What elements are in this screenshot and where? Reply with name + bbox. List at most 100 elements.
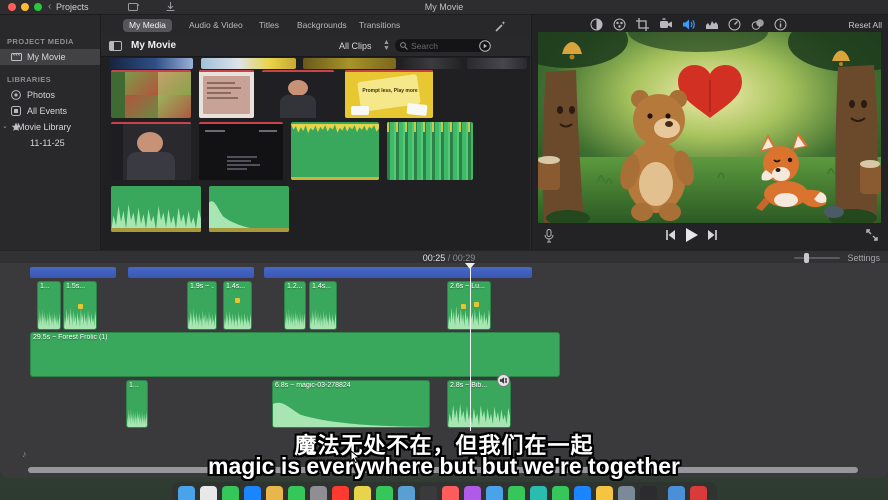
sidebar-item-all-events[interactable]: All Events bbox=[0, 103, 100, 119]
timeline-clip[interactable]: 1.2... bbox=[284, 281, 306, 330]
enhance-wand-icon[interactable] bbox=[495, 20, 507, 32]
media-thumbnail-audio-clip[interactable] bbox=[387, 122, 473, 180]
timeline-settings-button[interactable]: Settings bbox=[847, 253, 880, 263]
timecode: 00:25 / 00:29 bbox=[384, 253, 514, 263]
timeline-clip[interactable]: 1.4s... bbox=[309, 281, 337, 330]
tab-transitions[interactable]: Transitions bbox=[353, 19, 406, 32]
tab-my-media[interactable]: My Media bbox=[123, 19, 172, 32]
dock-icon[interactable] bbox=[200, 486, 217, 500]
sidebar-toggle-icon[interactable] bbox=[109, 41, 122, 51]
timeline-audio-clip[interactable]: 2.8s ~ Bib... bbox=[447, 380, 511, 428]
media-thumbnail-audio-clip[interactable] bbox=[111, 186, 201, 232]
media-thumbnail-notes[interactable] bbox=[199, 70, 254, 118]
next-frame-button[interactable] bbox=[707, 230, 718, 240]
clip-label: 1... bbox=[40, 283, 58, 290]
media-browser: My Movie All Clips ▲▼ bbox=[101, 36, 530, 250]
media-thumbnail-collage[interactable] bbox=[111, 70, 191, 118]
sidebar-item-photos[interactable]: Photos bbox=[0, 87, 100, 103]
title-bar-clip[interactable] bbox=[264, 267, 532, 278]
zoom-slider-knob[interactable] bbox=[804, 253, 809, 263]
reset-all-button[interactable]: Reset All bbox=[848, 20, 882, 30]
dock-icon[interactable] bbox=[354, 486, 371, 500]
color-balance-icon[interactable] bbox=[590, 18, 604, 31]
voiceover-mic-icon[interactable] bbox=[544, 229, 554, 243]
photos-icon bbox=[11, 90, 22, 100]
media-thumbnail-webcam2[interactable] bbox=[111, 122, 191, 180]
dock-icon[interactable] bbox=[376, 486, 393, 500]
media-filmstrip[interactable] bbox=[201, 58, 296, 69]
title-bar-clip[interactable] bbox=[30, 267, 116, 278]
media-filmstrip[interactable] bbox=[403, 58, 461, 69]
color-correction-icon[interactable] bbox=[613, 18, 627, 31]
media-thumbnail-terminal[interactable] bbox=[199, 122, 283, 180]
tab-backgrounds[interactable]: Backgrounds bbox=[291, 19, 353, 32]
dock-icon[interactable] bbox=[266, 486, 283, 500]
media-filmstrip[interactable] bbox=[467, 58, 527, 69]
clip-label: 1.4s... bbox=[226, 283, 249, 290]
dock-icon[interactable] bbox=[486, 486, 503, 500]
dock-icon[interactable] bbox=[178, 486, 195, 500]
timeline-clip[interactable]: 1.4s... bbox=[223, 281, 252, 330]
tab-audio-video[interactable]: Audio & Video bbox=[183, 19, 249, 32]
dock-icon[interactable] bbox=[640, 486, 657, 500]
dock-icon[interactable] bbox=[332, 486, 349, 500]
dock-icon[interactable] bbox=[596, 486, 613, 500]
dock-icon[interactable] bbox=[288, 486, 305, 500]
sidebar-item-label: My Movie bbox=[27, 52, 66, 62]
media-thumbnail-audio-clip[interactable] bbox=[291, 122, 379, 180]
preview-video-frame[interactable] bbox=[538, 32, 881, 223]
volume-icon[interactable] bbox=[682, 18, 696, 31]
timeline-audio-clip[interactable]: 1... bbox=[126, 380, 148, 428]
noise-reduction-icon[interactable] bbox=[705, 18, 719, 31]
dock-icon[interactable] bbox=[464, 486, 481, 500]
timeline-main-clip[interactable]: 29.5s ~ Forest Frolic (1) bbox=[30, 332, 560, 377]
effects-icon[interactable] bbox=[751, 18, 765, 31]
sidebar-item-imovie-library[interactable]: ⌄ iMovie Library bbox=[0, 119, 100, 135]
media-filmstrip[interactable] bbox=[303, 58, 396, 69]
dock-icon[interactable] bbox=[442, 486, 459, 500]
dock-icon[interactable] bbox=[244, 486, 261, 500]
timeline-zoom-slider[interactable] bbox=[794, 257, 840, 259]
playhead[interactable] bbox=[470, 263, 471, 431]
sidebar-item-label: iMovie Library bbox=[15, 122, 71, 132]
dock-icon[interactable] bbox=[690, 486, 707, 500]
dock-icon[interactable] bbox=[310, 486, 327, 500]
dock-icon[interactable] bbox=[420, 486, 437, 500]
clip-label: 1.5s... bbox=[66, 283, 94, 290]
media-thumbnail-audio-clip[interactable] bbox=[209, 186, 289, 232]
timeline-clip[interactable]: 1.9s ~ ... bbox=[187, 281, 217, 330]
mouse-cursor bbox=[350, 450, 360, 464]
dock-icon[interactable] bbox=[530, 486, 547, 500]
dock-icon[interactable] bbox=[574, 486, 591, 500]
dock-icon[interactable] bbox=[618, 486, 635, 500]
tab-titles[interactable]: Titles bbox=[253, 19, 285, 32]
timeline-audio-clip[interactable]: 6.8s ~ magic-03-278824 bbox=[272, 380, 430, 428]
fullscreen-icon[interactable] bbox=[866, 229, 878, 241]
dock-icon[interactable] bbox=[508, 486, 525, 500]
dock-icon[interactable] bbox=[398, 486, 415, 500]
filmstrip-play-icon[interactable] bbox=[479, 40, 491, 52]
search-input[interactable] bbox=[395, 39, 491, 52]
media-thumbnail-webcam[interactable] bbox=[262, 70, 334, 118]
speed-icon[interactable] bbox=[728, 18, 742, 31]
clip-filter-dropdown[interactable]: All Clips bbox=[339, 41, 372, 51]
media-thumbnail-promo[interactable]: Prompt less, Play more bbox=[345, 70, 433, 118]
chevron-down-icon[interactable]: ⌄ bbox=[2, 122, 8, 130]
preview-pane: Reset All bbox=[531, 15, 888, 250]
dock-icon[interactable] bbox=[552, 486, 569, 500]
crop-icon[interactable] bbox=[636, 18, 650, 31]
clip-volume-badge[interactable] bbox=[497, 374, 510, 387]
timeline-clip[interactable]: 1... bbox=[37, 281, 61, 330]
stabilization-icon[interactable] bbox=[659, 18, 673, 31]
timeline-clip[interactable]: 2.6s ~ Lu... bbox=[447, 281, 491, 330]
media-filmstrip[interactable] bbox=[109, 58, 193, 69]
previous-frame-button[interactable] bbox=[665, 230, 676, 240]
sidebar-item-my-movie[interactable]: My Movie bbox=[0, 49, 100, 65]
dock-icon[interactable] bbox=[668, 486, 685, 500]
play-button[interactable] bbox=[685, 228, 698, 242]
info-icon[interactable] bbox=[774, 18, 788, 31]
dock-icon[interactable] bbox=[222, 486, 239, 500]
sidebar-item-event-date[interactable]: 11-11-25 bbox=[0, 135, 100, 151]
timeline-clip[interactable]: 1.5s... bbox=[63, 281, 97, 330]
title-bar-clip[interactable] bbox=[128, 267, 254, 278]
